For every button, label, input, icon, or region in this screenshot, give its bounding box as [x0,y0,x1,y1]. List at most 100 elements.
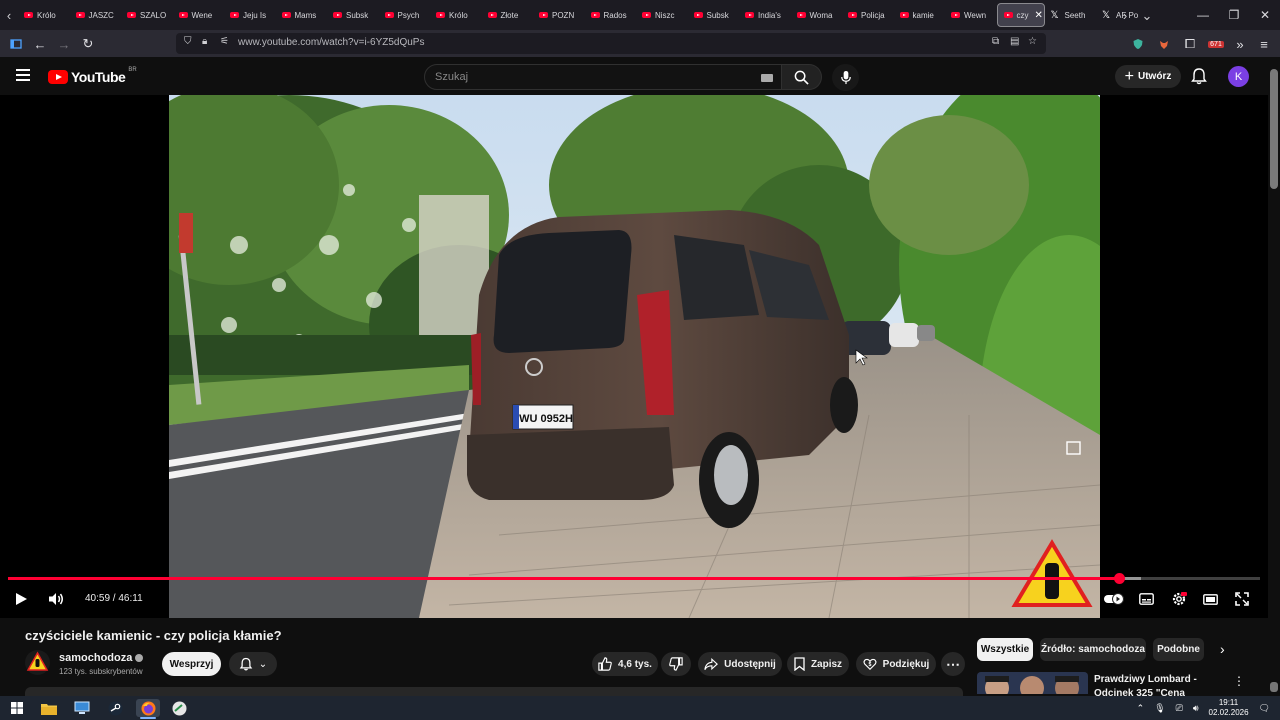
browser-tab[interactable]: JASZC [70,3,122,27]
thanks-button[interactable]: $ Podziękuj [856,652,936,676]
browser-tab[interactable]: Policja [842,3,894,27]
browser-tab[interactable]: kamie [894,3,946,27]
channel-avatar[interactable] [25,650,50,675]
browser-tab[interactable]: Wewn [945,3,997,27]
browser-tab[interactable]: Rados [585,3,637,27]
restore-icon[interactable]: ❐ [1217,0,1251,30]
steam-icon[interactable] [106,699,124,717]
browser-tab[interactable]: Subsk [327,3,379,27]
chips-next-icon[interactable]: › [1220,641,1225,657]
browser-tab[interactable]: Wene [173,3,225,27]
sidebar-toggle-icon[interactable] [6,34,26,54]
lock-icon[interactable]: 🔒︎ [202,36,207,47]
save-button[interactable]: Zapisz [787,652,849,676]
license-plate-text: WU 0952H [519,413,573,425]
description-box[interactable] [25,687,963,696]
browser-tab[interactable]: Mams [276,3,328,27]
search-button[interactable] [782,64,822,90]
browser-tab[interactable]: Subsk [688,3,740,27]
close-window-icon[interactable]: ✕ [1248,0,1280,30]
guide-menu-icon[interactable] [16,69,30,81]
progress-scrubber-handle[interactable] [1114,573,1126,584]
back-icon[interactable]: ← [30,34,50,54]
bookmark-star-icon[interactable]: ☆ [1028,36,1037,47]
like-button[interactable]: 4,6 tys. [592,652,658,676]
create-button[interactable]: + Utwórz [1115,65,1181,88]
browser-tab[interactable]: POZN [533,3,585,27]
picture-in-picture-icon[interactable]: ⧉ [992,36,999,47]
settings-button[interactable] [1170,590,1188,608]
support-button[interactable]: Wesprzyj [162,652,221,676]
chip-all[interactable]: Wszystkie [977,638,1033,661]
voice-search-button[interactable] [832,64,859,91]
taskbar-clock[interactable]: 19:11 02.02.2026 [1209,698,1249,718]
close-tab-icon[interactable]: ✕ [1035,10,1043,21]
browser-tab[interactable]: czy ✕ [996,3,1045,27]
tab-list-dropdown-icon[interactable]: ⌄ [1138,8,1156,24]
tabs-scroll-left-icon[interactable]: ‹ [0,8,18,23]
tab-label: Psych [397,10,420,20]
reader-view-icon[interactable]: ▤ [1010,36,1019,47]
permissions-icon[interactable]: ⚟ [220,36,229,47]
page-scrollbar[interactable] [1268,57,1280,696]
video-frame[interactable]: WU 0952H [169,95,1100,618]
dislike-button[interactable] [661,652,691,676]
notifications-icon[interactable]: 🗨︎ [1259,703,1270,714]
tracking-shield-icon[interactable]: ⛉ [184,36,192,47]
browser-tab[interactable]: Woma [791,3,843,27]
forward-icon[interactable]: → [54,34,74,54]
video-player[interactable]: WU 0952H 40:59 / 46:11 [0,95,1268,618]
app-menu-icon[interactable]: ≡ [1254,34,1274,54]
account-avatar[interactable]: K [1228,66,1249,87]
theater-mode-button[interactable] [1202,590,1218,608]
autoplay-toggle[interactable] [1103,590,1125,608]
browser-tab[interactable]: India's [739,3,791,27]
browser-tab[interactable]: Jeju Is [224,3,276,27]
fullscreen-button[interactable] [1234,590,1250,608]
share-button[interactable]: Udostępnij [698,652,782,676]
browser-tab[interactable]: Złote [482,3,534,27]
browser-tab[interactable]: SZALO [121,3,173,27]
url-bar[interactable]: ⛉ 🔒︎ ⚟ www.youtube.com/watch?v=i-6YZ5dQu… [176,33,1046,54]
progress-bar[interactable] [8,573,1260,584]
subscription-notifications-button[interactable]: ⌄ [229,652,277,676]
reload-icon[interactable]: ↻ [78,34,98,54]
firefox-icon[interactable] [136,699,160,717]
browser-tab[interactable]: 𝕏 Seeth [1045,3,1097,27]
browser-tab[interactable]: Królo [18,3,70,27]
play-button[interactable] [12,590,30,608]
recommendation-title[interactable]: Prawdziwy Lombard - Odcinek 325 "Cena za… [1094,673,1226,696]
microphone-tray-icon[interactable]: 🎙︎ [1154,703,1165,714]
tabs-scroll-right-icon[interactable]: › [1116,8,1134,23]
chip-source-channel[interactable]: Źródło: samochodoza [1040,638,1146,661]
bookmark-icon [794,657,805,671]
browser-tab[interactable]: Królo [430,3,482,27]
minimize-icon[interactable]: — [1186,0,1220,30]
extension-fox-icon[interactable] [1154,34,1174,54]
scrollbar-thumb[interactable] [1270,69,1278,189]
speaker-icon[interactable]: 🔊︎ [1193,703,1199,714]
extensions-puzzle-icon[interactable]: ⧠ [1180,34,1200,54]
browser-tab[interactable]: Niszc [636,3,688,27]
more-tools-icon[interactable]: » [1230,34,1250,54]
youtube-logo[interactable]: YouTube BR [48,67,137,85]
chip-related[interactable]: Podobne [1153,638,1204,661]
recommendation-thumbnail[interactable] [977,672,1088,694]
windows-start-icon[interactable] [8,699,26,717]
subtitles-button[interactable] [1138,590,1154,608]
tray-overflow-icon[interactable]: ⌃ [1137,703,1145,714]
notifications-bell-icon[interactable] [1190,67,1208,85]
terminal-app-icon[interactable] [170,699,188,717]
extension-badge-icon[interactable]: 671 [1206,34,1226,54]
file-explorer-icon[interactable] [40,699,58,717]
browser-tab[interactable]: Psych [379,3,431,27]
keyboard-icon[interactable] [761,74,773,82]
more-actions-button[interactable]: ⋯ [941,652,965,676]
extension-shield-icon[interactable] [1128,34,1148,54]
network-icon[interactable]: ⎚ [1176,703,1183,714]
channel-name[interactable]: samochodoza [59,652,144,664]
recommendation-menu-icon[interactable]: ⋮ [1233,674,1245,688]
search-input[interactable]: Szukaj [424,64,782,90]
remote-desktop-icon[interactable] [73,699,91,717]
mute-button[interactable] [46,590,66,608]
